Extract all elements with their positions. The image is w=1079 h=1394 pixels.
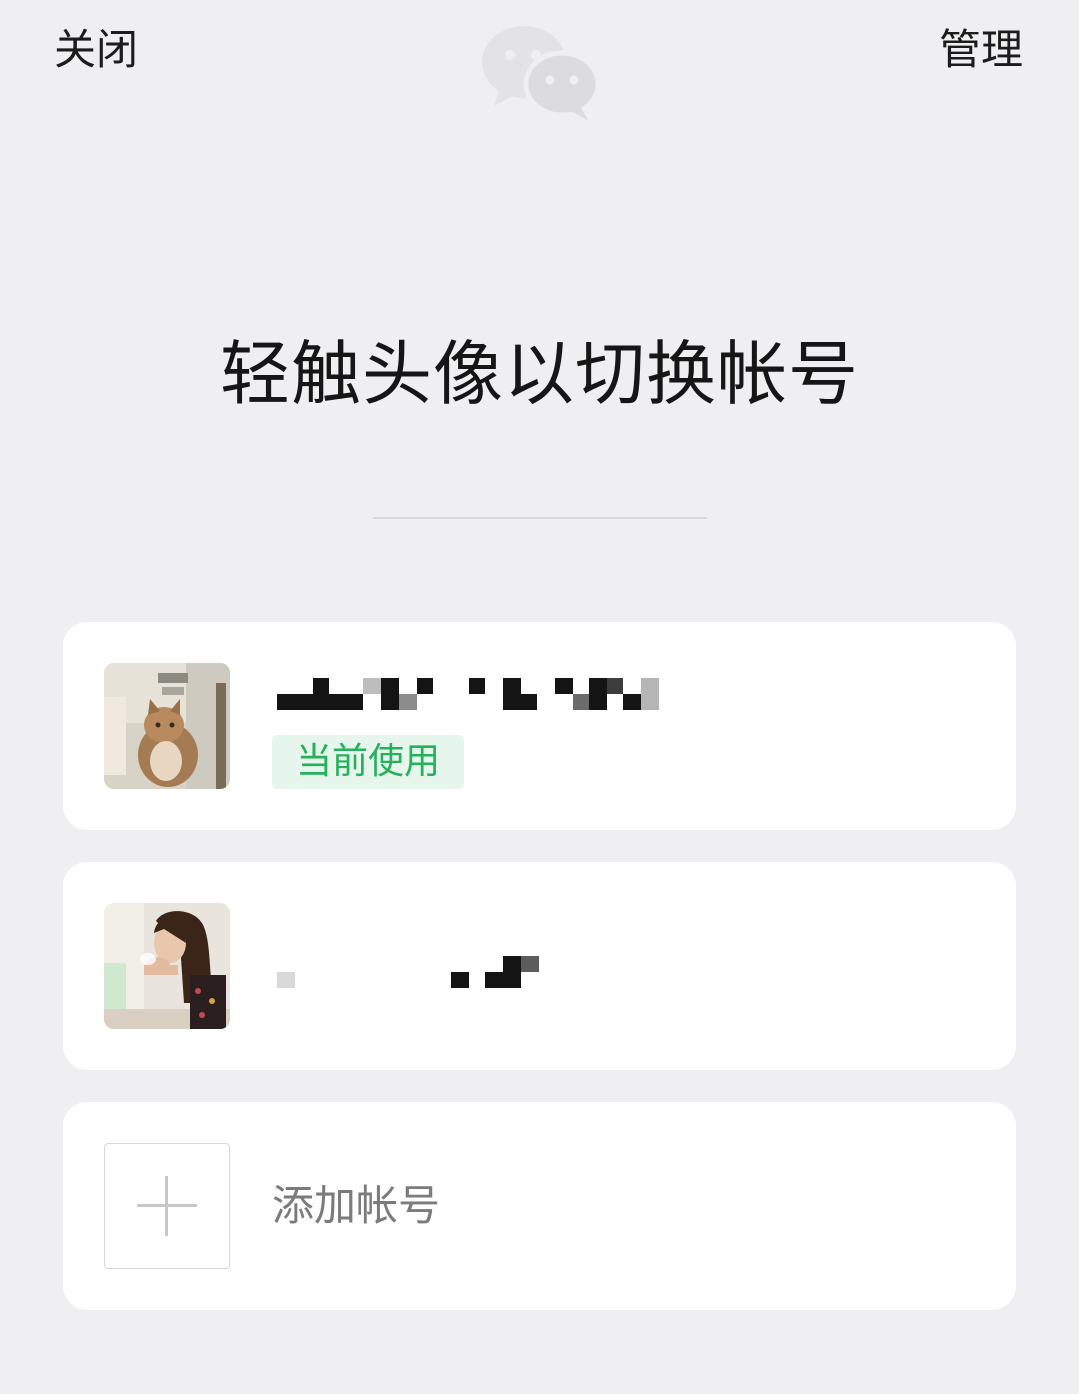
divider	[373, 517, 707, 519]
status-badge: 当前使用	[272, 735, 465, 789]
add-account-label: 添加帐号	[272, 1181, 441, 1230]
account-card-current[interactable]: 当前使用	[63, 622, 1016, 830]
cat-photo-avatar	[104, 663, 230, 789]
manage-button[interactable]: 管理	[939, 24, 1023, 76]
woman-photo-avatar	[104, 903, 230, 1029]
page-title: 轻触头像以切换帐号	[220, 333, 859, 415]
account-avatar[interactable]	[104, 903, 230, 1029]
account-card[interactable]	[63, 862, 1016, 1070]
wechat-logo-icon	[482, 26, 601, 120]
account-avatar[interactable]	[104, 663, 230, 789]
close-button[interactable]: 关闭	[54, 24, 138, 76]
add-account-button[interactable]	[104, 1143, 230, 1269]
plus-icon	[137, 1176, 197, 1236]
add-account-card[interactable]: 添加帐号	[63, 1102, 1016, 1310]
